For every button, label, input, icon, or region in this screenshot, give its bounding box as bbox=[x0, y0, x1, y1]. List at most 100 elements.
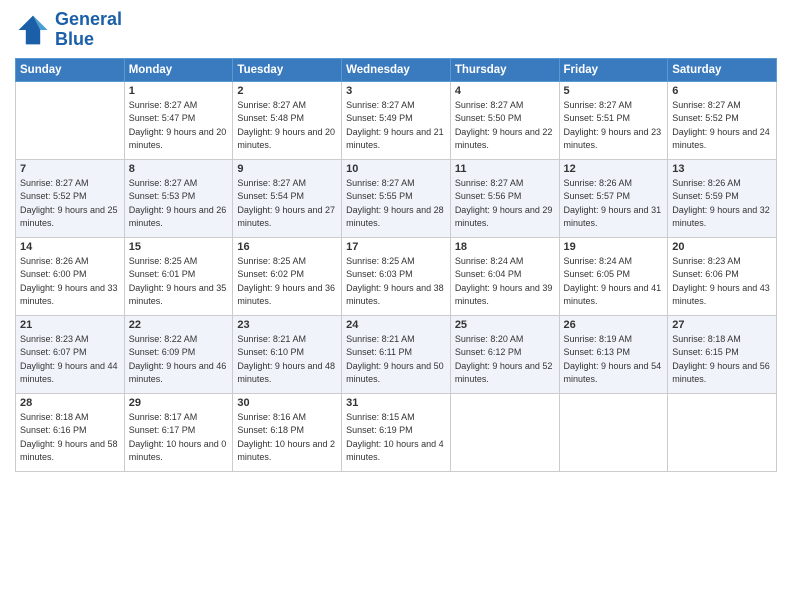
header: General Blue bbox=[15, 10, 777, 50]
weekday-header-friday: Friday bbox=[559, 58, 668, 81]
calendar-table: SundayMondayTuesdayWednesdayThursdayFrid… bbox=[15, 58, 777, 472]
calendar-cell: 5 Sunrise: 8:27 AMSunset: 5:51 PMDayligh… bbox=[559, 81, 668, 159]
day-info: Sunrise: 8:27 AMSunset: 5:52 PMDaylight:… bbox=[20, 177, 120, 231]
calendar-cell: 11 Sunrise: 8:27 AMSunset: 5:56 PMDaylig… bbox=[450, 159, 559, 237]
weekday-header-thursday: Thursday bbox=[450, 58, 559, 81]
day-info: Sunrise: 8:27 AMSunset: 5:49 PMDaylight:… bbox=[346, 99, 446, 153]
day-number: 8 bbox=[129, 163, 229, 175]
day-number: 3 bbox=[346, 85, 446, 97]
logo-icon bbox=[15, 12, 51, 48]
day-info: Sunrise: 8:18 AMSunset: 6:15 PMDaylight:… bbox=[672, 333, 772, 387]
day-info: Sunrise: 8:27 AMSunset: 5:53 PMDaylight:… bbox=[129, 177, 229, 231]
day-info: Sunrise: 8:24 AMSunset: 6:04 PMDaylight:… bbox=[455, 255, 555, 309]
day-number: 28 bbox=[20, 397, 120, 409]
calendar-cell: 17 Sunrise: 8:25 AMSunset: 6:03 PMDaylig… bbox=[342, 237, 451, 315]
day-number: 30 bbox=[237, 397, 337, 409]
calendar-cell: 13 Sunrise: 8:26 AMSunset: 5:59 PMDaylig… bbox=[668, 159, 777, 237]
day-info: Sunrise: 8:18 AMSunset: 6:16 PMDaylight:… bbox=[20, 411, 120, 465]
day-number: 26 bbox=[564, 319, 664, 331]
calendar-cell: 20 Sunrise: 8:23 AMSunset: 6:06 PMDaylig… bbox=[668, 237, 777, 315]
day-info: Sunrise: 8:27 AMSunset: 5:56 PMDaylight:… bbox=[455, 177, 555, 231]
day-number: 1 bbox=[129, 85, 229, 97]
calendar-cell bbox=[16, 81, 125, 159]
calendar-cell: 4 Sunrise: 8:27 AMSunset: 5:50 PMDayligh… bbox=[450, 81, 559, 159]
calendar-cell bbox=[668, 393, 777, 471]
day-info: Sunrise: 8:24 AMSunset: 6:05 PMDaylight:… bbox=[564, 255, 664, 309]
calendar-cell: 3 Sunrise: 8:27 AMSunset: 5:49 PMDayligh… bbox=[342, 81, 451, 159]
day-info: Sunrise: 8:26 AMSunset: 5:57 PMDaylight:… bbox=[564, 177, 664, 231]
calendar-cell: 10 Sunrise: 8:27 AMSunset: 5:55 PMDaylig… bbox=[342, 159, 451, 237]
day-number: 27 bbox=[672, 319, 772, 331]
day-info: Sunrise: 8:27 AMSunset: 5:50 PMDaylight:… bbox=[455, 99, 555, 153]
day-info: Sunrise: 8:27 AMSunset: 5:48 PMDaylight:… bbox=[237, 99, 337, 153]
day-number: 2 bbox=[237, 85, 337, 97]
day-info: Sunrise: 8:20 AMSunset: 6:12 PMDaylight:… bbox=[455, 333, 555, 387]
calendar-cell: 22 Sunrise: 8:22 AMSunset: 6:09 PMDaylig… bbox=[124, 315, 233, 393]
day-number: 14 bbox=[20, 241, 120, 253]
day-info: Sunrise: 8:26 AMSunset: 5:59 PMDaylight:… bbox=[672, 177, 772, 231]
day-number: 4 bbox=[455, 85, 555, 97]
day-number: 22 bbox=[129, 319, 229, 331]
week-row-2: 7 Sunrise: 8:27 AMSunset: 5:52 PMDayligh… bbox=[16, 159, 777, 237]
day-info: Sunrise: 8:27 AMSunset: 5:55 PMDaylight:… bbox=[346, 177, 446, 231]
calendar-cell: 21 Sunrise: 8:23 AMSunset: 6:07 PMDaylig… bbox=[16, 315, 125, 393]
weekday-header-tuesday: Tuesday bbox=[233, 58, 342, 81]
day-info: Sunrise: 8:23 AMSunset: 6:06 PMDaylight:… bbox=[672, 255, 772, 309]
page: General Blue SundayMondayTuesdayWednesda… bbox=[0, 0, 792, 612]
day-number: 16 bbox=[237, 241, 337, 253]
day-info: Sunrise: 8:25 AMSunset: 6:02 PMDaylight:… bbox=[237, 255, 337, 309]
logo-text: General Blue bbox=[55, 10, 122, 50]
day-info: Sunrise: 8:16 AMSunset: 6:18 PMDaylight:… bbox=[237, 411, 337, 465]
day-info: Sunrise: 8:27 AMSunset: 5:54 PMDaylight:… bbox=[237, 177, 337, 231]
day-number: 17 bbox=[346, 241, 446, 253]
day-number: 31 bbox=[346, 397, 446, 409]
day-number: 7 bbox=[20, 163, 120, 175]
calendar-cell: 25 Sunrise: 8:20 AMSunset: 6:12 PMDaylig… bbox=[450, 315, 559, 393]
day-number: 13 bbox=[672, 163, 772, 175]
calendar-cell bbox=[559, 393, 668, 471]
day-number: 11 bbox=[455, 163, 555, 175]
day-info: Sunrise: 8:26 AMSunset: 6:00 PMDaylight:… bbox=[20, 255, 120, 309]
weekday-header-row: SundayMondayTuesdayWednesdayThursdayFrid… bbox=[16, 58, 777, 81]
day-info: Sunrise: 8:27 AMSunset: 5:47 PMDaylight:… bbox=[129, 99, 229, 153]
day-number: 6 bbox=[672, 85, 772, 97]
day-number: 5 bbox=[564, 85, 664, 97]
calendar-cell: 14 Sunrise: 8:26 AMSunset: 6:00 PMDaylig… bbox=[16, 237, 125, 315]
week-row-4: 21 Sunrise: 8:23 AMSunset: 6:07 PMDaylig… bbox=[16, 315, 777, 393]
day-number: 19 bbox=[564, 241, 664, 253]
calendar-cell: 29 Sunrise: 8:17 AMSunset: 6:17 PMDaylig… bbox=[124, 393, 233, 471]
calendar-cell: 9 Sunrise: 8:27 AMSunset: 5:54 PMDayligh… bbox=[233, 159, 342, 237]
day-number: 10 bbox=[346, 163, 446, 175]
day-number: 23 bbox=[237, 319, 337, 331]
calendar-cell: 31 Sunrise: 8:15 AMSunset: 6:19 PMDaylig… bbox=[342, 393, 451, 471]
day-info: Sunrise: 8:17 AMSunset: 6:17 PMDaylight:… bbox=[129, 411, 229, 465]
day-number: 29 bbox=[129, 397, 229, 409]
calendar-cell: 30 Sunrise: 8:16 AMSunset: 6:18 PMDaylig… bbox=[233, 393, 342, 471]
day-info: Sunrise: 8:21 AMSunset: 6:10 PMDaylight:… bbox=[237, 333, 337, 387]
day-info: Sunrise: 8:21 AMSunset: 6:11 PMDaylight:… bbox=[346, 333, 446, 387]
day-info: Sunrise: 8:15 AMSunset: 6:19 PMDaylight:… bbox=[346, 411, 446, 465]
calendar-cell: 12 Sunrise: 8:26 AMSunset: 5:57 PMDaylig… bbox=[559, 159, 668, 237]
day-info: Sunrise: 8:25 AMSunset: 6:01 PMDaylight:… bbox=[129, 255, 229, 309]
day-info: Sunrise: 8:22 AMSunset: 6:09 PMDaylight:… bbox=[129, 333, 229, 387]
logo: General Blue bbox=[15, 10, 122, 50]
calendar-cell bbox=[450, 393, 559, 471]
calendar-cell: 19 Sunrise: 8:24 AMSunset: 6:05 PMDaylig… bbox=[559, 237, 668, 315]
week-row-1: 1 Sunrise: 8:27 AMSunset: 5:47 PMDayligh… bbox=[16, 81, 777, 159]
day-number: 18 bbox=[455, 241, 555, 253]
day-info: Sunrise: 8:27 AMSunset: 5:52 PMDaylight:… bbox=[672, 99, 772, 153]
weekday-header-sunday: Sunday bbox=[16, 58, 125, 81]
calendar-cell: 27 Sunrise: 8:18 AMSunset: 6:15 PMDaylig… bbox=[668, 315, 777, 393]
weekday-header-wednesday: Wednesday bbox=[342, 58, 451, 81]
calendar-cell: 15 Sunrise: 8:25 AMSunset: 6:01 PMDaylig… bbox=[124, 237, 233, 315]
calendar-cell: 16 Sunrise: 8:25 AMSunset: 6:02 PMDaylig… bbox=[233, 237, 342, 315]
weekday-header-saturday: Saturday bbox=[668, 58, 777, 81]
calendar-cell: 18 Sunrise: 8:24 AMSunset: 6:04 PMDaylig… bbox=[450, 237, 559, 315]
calendar-cell: 23 Sunrise: 8:21 AMSunset: 6:10 PMDaylig… bbox=[233, 315, 342, 393]
day-number: 9 bbox=[237, 163, 337, 175]
calendar-cell: 2 Sunrise: 8:27 AMSunset: 5:48 PMDayligh… bbox=[233, 81, 342, 159]
day-number: 20 bbox=[672, 241, 772, 253]
week-row-3: 14 Sunrise: 8:26 AMSunset: 6:00 PMDaylig… bbox=[16, 237, 777, 315]
day-number: 25 bbox=[455, 319, 555, 331]
calendar-cell: 6 Sunrise: 8:27 AMSunset: 5:52 PMDayligh… bbox=[668, 81, 777, 159]
